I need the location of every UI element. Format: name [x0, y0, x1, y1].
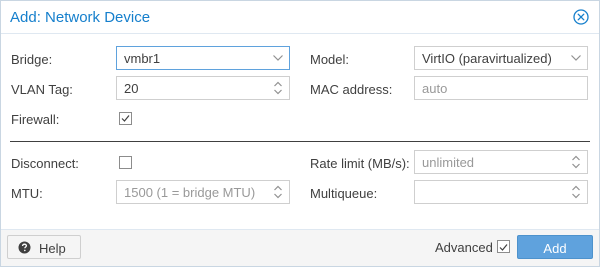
bridge-select[interactable]: vmbr1: [116, 46, 290, 70]
dialog-title: Add: Network Device: [10, 9, 151, 26]
model-value: VirtIO (paravirtualized): [422, 51, 552, 66]
add-label: Add: [543, 241, 567, 256]
help-label: Help: [39, 241, 66, 256]
mac-address-input[interactable]: auto: [414, 76, 588, 100]
rate-limit-label: Rate limit (MB/s):: [310, 156, 410, 171]
mac-address-label: MAC address:: [310, 82, 393, 97]
advanced-label: Advanced: [435, 240, 493, 255]
bridge-label: Bridge:: [11, 52, 53, 67]
dialog-footer: Help Advanced Add: [1, 229, 599, 266]
vlan-tag-value: 20: [124, 81, 139, 96]
spinner-updown-icon[interactable]: [267, 181, 289, 203]
vlan-tag-input[interactable]: 20: [116, 76, 290, 100]
add-network-device-dialog: Add: Network Device Bridge: vmbr1 Model:…: [0, 0, 600, 267]
add-button[interactable]: Add: [517, 235, 593, 259]
disconnect-label: Disconnect:: [11, 156, 79, 171]
dialog-header: Add: Network Device: [1, 1, 599, 34]
section-divider: [10, 141, 590, 142]
mtu-input[interactable]: 1500 (1 = bridge MTU): [116, 180, 290, 204]
checkmark-icon: [499, 244, 508, 251]
spinner-updown-icon[interactable]: [565, 151, 587, 173]
dialog-body: Bridge: vmbr1 Model: VirtIO (paravirtual…: [1, 34, 599, 231]
model-select[interactable]: VirtIO (paravirtualized): [414, 46, 588, 70]
close-icon[interactable]: [573, 9, 589, 25]
rate-limit-placeholder: unlimited: [422, 155, 475, 170]
advanced-checkbox[interactable]: [497, 240, 510, 253]
mtu-label: MTU:: [11, 186, 43, 201]
help-button[interactable]: Help: [7, 235, 81, 259]
spinner-updown-icon[interactable]: [565, 181, 587, 203]
chevron-down-icon[interactable]: [565, 47, 587, 69]
question-circle-icon: [18, 241, 31, 257]
model-label: Model:: [310, 52, 350, 67]
spinner-updown-icon[interactable]: [267, 77, 289, 99]
firewall-checkbox[interactable]: [119, 112, 132, 125]
mac-address-placeholder: auto: [422, 81, 448, 96]
firewall-label: Firewall:: [11, 112, 60, 127]
rate-limit-input[interactable]: unlimited: [414, 150, 588, 174]
checkmark-icon: [121, 115, 130, 122]
disconnect-checkbox[interactable]: [119, 156, 132, 169]
multiqueue-input[interactable]: [414, 180, 588, 204]
bridge-value: vmbr1: [124, 51, 161, 66]
vlan-tag-label: VLAN Tag:: [11, 82, 73, 97]
chevron-down-icon[interactable]: [267, 47, 289, 69]
multiqueue-label: Multiqueue:: [310, 186, 378, 201]
mtu-placeholder: 1500 (1 = bridge MTU): [124, 185, 256, 200]
